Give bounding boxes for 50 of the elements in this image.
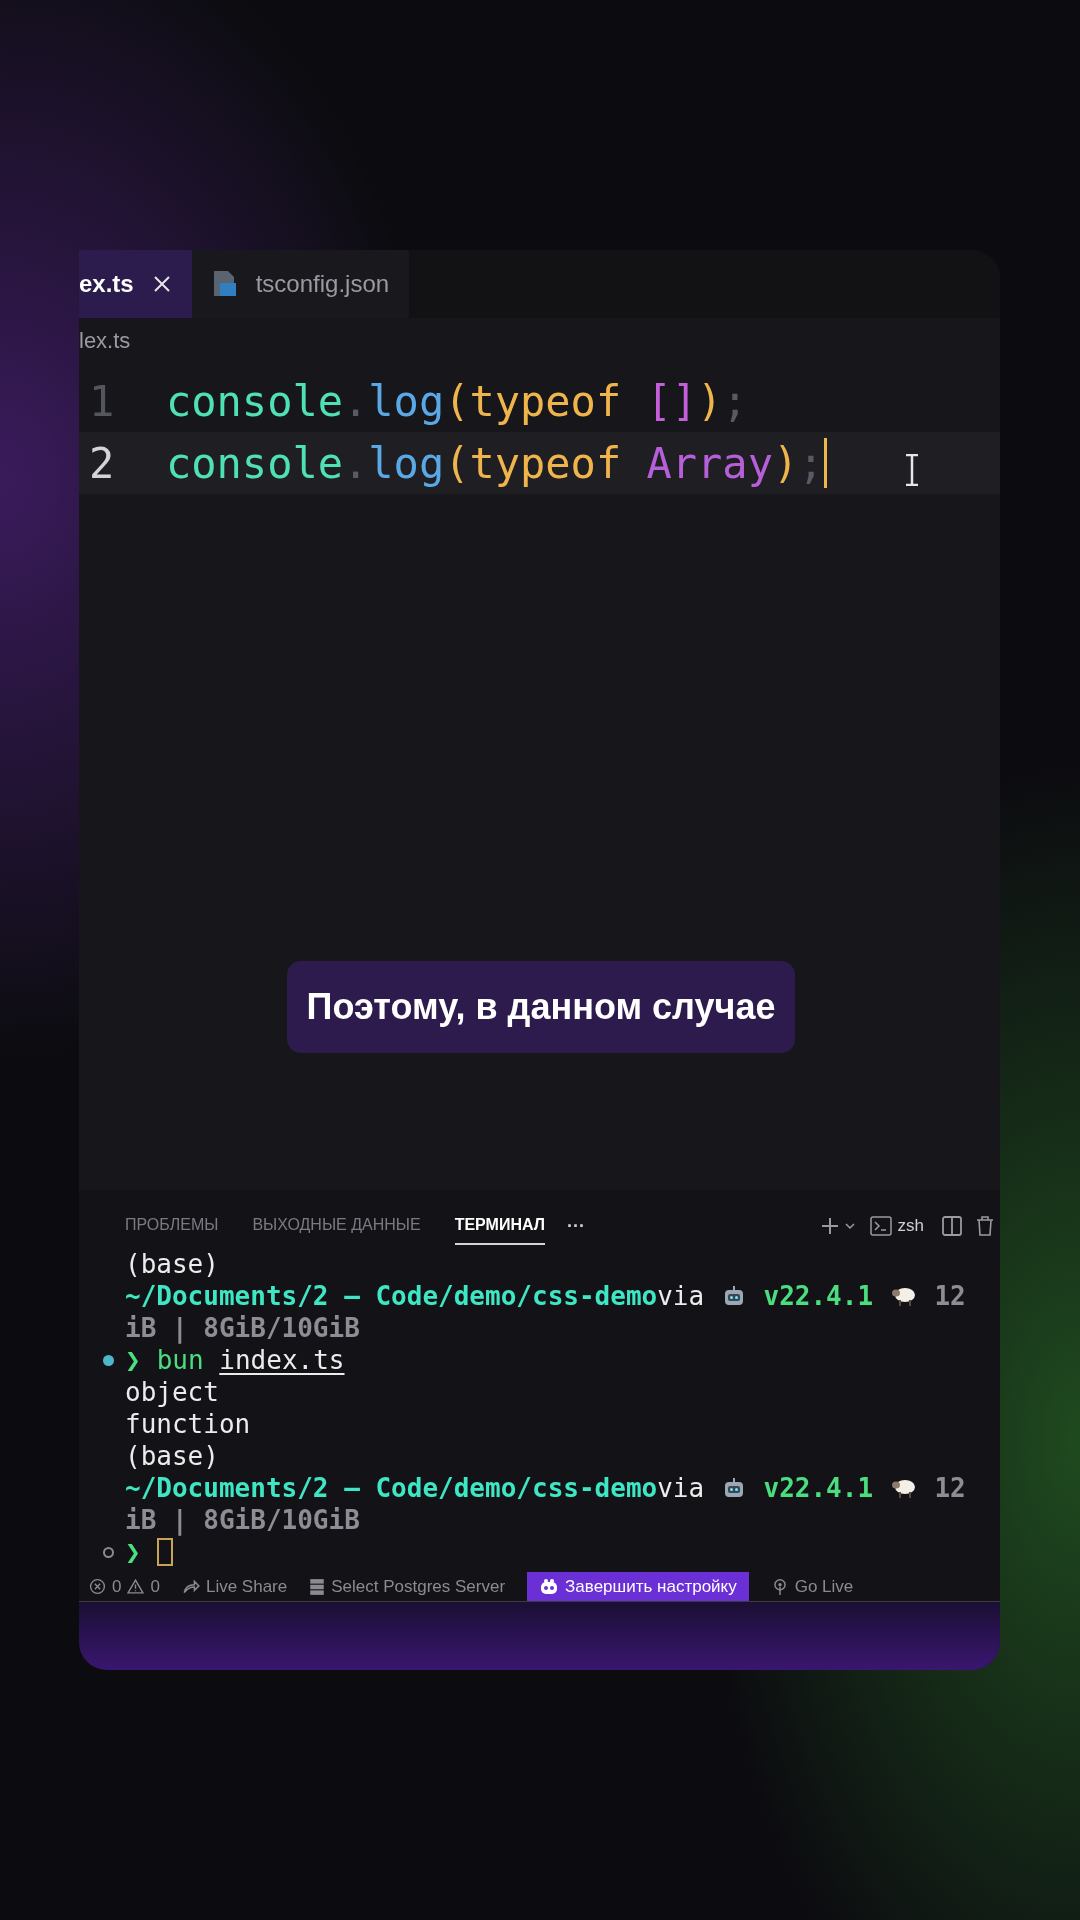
postgres-server-button[interactable]: Select Postgres Server [309,1573,506,1600]
line-number: 2 [88,437,116,490]
command-text: bun [156,1344,205,1376]
panel-tab[interactable]: ВЫХОДНЫЕ ДАННЫЕ [252,1207,421,1245]
prompt-symbol: ❯ [125,1344,141,1376]
memory-usage: 12 [933,1472,966,1504]
text-cursor [823,438,827,488]
directory-path: ~/Documents/2 – Code/demo/css-demo [125,1472,658,1504]
terminal-text: via [657,1280,706,1312]
line-number: 1 [88,375,116,428]
memory-usage: iB | 8GiB/10GiB [125,1312,360,1344]
error-count[interactable]: 0 [112,1573,122,1600]
editor-tab[interactable]: ex.ts [79,250,192,318]
subtitle-caption: Поэтому, в данном случае [286,961,796,1053]
live-share-button[interactable]: Live Share [181,1573,288,1600]
memory-usage: iB | 8GiB/10GiB [125,1504,360,1536]
terminal-text: function [125,1408,251,1440]
share-icon [181,1577,200,1596]
plus-icon[interactable] [819,1216,840,1236]
error-icon [89,1578,106,1595]
typescript-file-icon [211,270,238,298]
terminal-text: (base) [125,1248,219,1280]
panel-tab[interactable]: ПРОБЛЕМЫ [125,1207,219,1245]
node-version: v22.4.1 [762,1472,875,1504]
code-text: console.log(typeof Array); [166,437,824,490]
go-live-button[interactable]: Go Live [770,1573,854,1600]
more-button[interactable]: ··· [566,1212,585,1240]
memory-usage: 12 [933,1280,966,1312]
code-text: console.log(typeof []); [166,375,748,428]
close-icon[interactable] [151,274,172,294]
trash-icon[interactable] [976,1216,994,1236]
terminal-text: (base) [125,1440,219,1472]
directory-path: ~/Documents/2 – Code/demo/css-demo [125,1280,658,1312]
chevron-down-icon[interactable] [843,1220,856,1232]
copilot-icon [539,1577,560,1596]
command-argument: index.ts [219,1344,345,1376]
panel-tab[interactable]: ТЕРМИНАЛ [454,1207,545,1245]
terminal-text: via [657,1472,706,1504]
warning-icon [127,1578,145,1595]
node-version: v22.4.1 [762,1280,875,1312]
warning-count[interactable]: 0 [150,1573,160,1600]
terminal-text: object [125,1376,219,1408]
split-icon[interactable] [942,1216,962,1236]
terminal-icon [869,1216,892,1236]
finish-setup-button[interactable]: Завершить настройку [527,1572,749,1601]
prompt-symbol: ❯ [125,1536,141,1568]
editor-tab[interactable]: tsconfig.json [191,250,410,318]
i-beam-cursor-icon [905,454,919,486]
database-icon [309,1577,326,1596]
shell-name[interactable]: zsh [897,1213,924,1239]
